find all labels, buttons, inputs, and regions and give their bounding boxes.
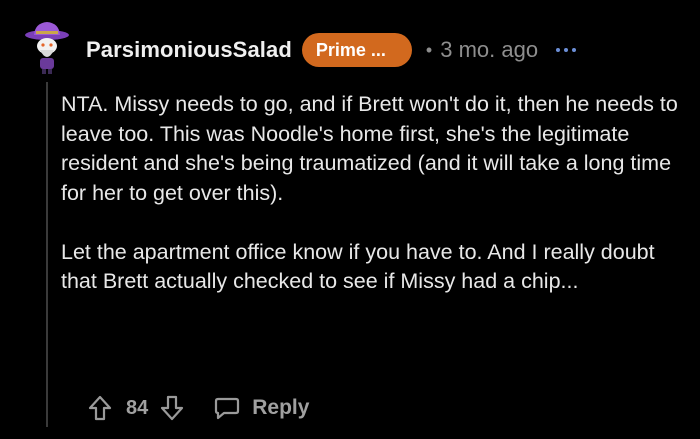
reply-button[interactable]: Reply bbox=[214, 396, 309, 420]
thread-line[interactable] bbox=[46, 82, 48, 427]
user-flair: Prime ... bbox=[301, 33, 412, 67]
reply-label: Reply bbox=[252, 396, 310, 419]
upvote-arrow-icon[interactable] bbox=[88, 395, 112, 421]
username[interactable]: ParsimoniousSalad bbox=[86, 37, 292, 63]
comment-header: ParsimoniousSalad Prime ... • 3 mo. ago bbox=[86, 30, 577, 70]
comment-body: NTA. Missy needs to go, and if Brett won… bbox=[61, 90, 681, 297]
timestamp: 3 mo. ago bbox=[440, 37, 539, 62]
vote-score: 84 bbox=[126, 396, 149, 419]
comment-paragraph: Let the apartment office know if you hav… bbox=[61, 239, 655, 294]
downvote-arrow-icon[interactable] bbox=[160, 395, 184, 421]
separator-dot: • bbox=[425, 39, 433, 60]
avatar[interactable] bbox=[22, 20, 72, 76]
more-dots-icon[interactable] bbox=[556, 48, 577, 52]
comment-paragraph: NTA. Missy needs to go, and if Brett won… bbox=[61, 92, 678, 205]
reply-bubble-icon bbox=[214, 396, 240, 420]
comment-actions: 84 Reply bbox=[88, 392, 309, 424]
